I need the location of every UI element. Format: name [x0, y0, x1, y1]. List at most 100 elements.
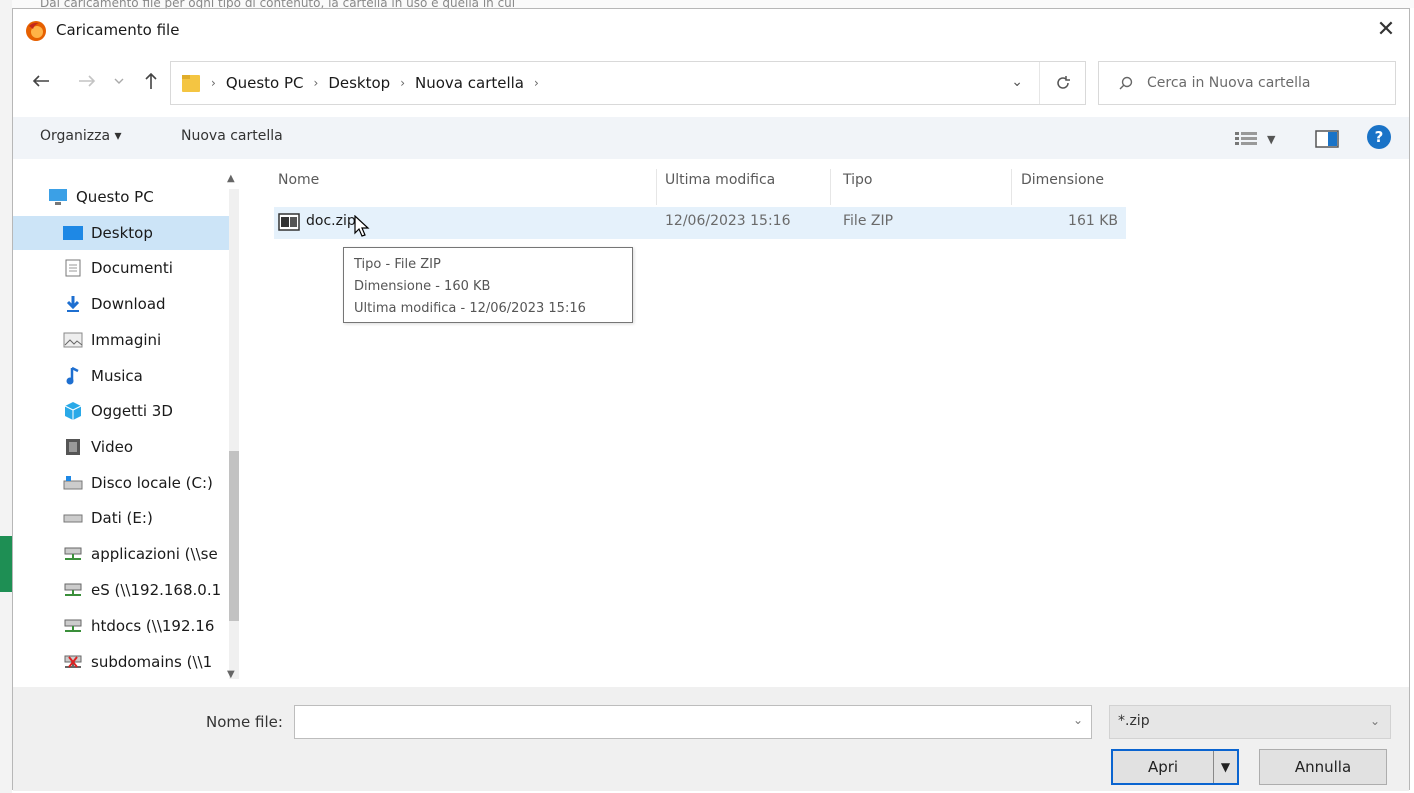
chevron-down-icon[interactable]: ⌄ — [1073, 713, 1083, 727]
background-page-text: Dal caricamento file per ogni tipo di co… — [0, 0, 1414, 8]
command-bar: Organizza ▾ Nuova cartella ▼ — [13, 117, 1409, 159]
network-drive-icon — [63, 544, 83, 564]
sidebar-item-label: applicazioni (\\se — [91, 545, 218, 563]
sidebar-item-label: Disco locale (C:) — [91, 474, 213, 492]
sidebar-item-network-subdomains[interactable]: subdomains (\\1 — [13, 645, 233, 679]
recent-locations-button[interactable] — [105, 67, 133, 95]
chevron-down-icon: ⌄ — [1369, 714, 1380, 728]
new-folder-button[interactable]: Nuova cartella — [181, 128, 283, 144]
back-button[interactable] — [27, 67, 55, 95]
cancel-button[interactable]: Annulla — [1259, 749, 1387, 785]
file-type-filter-select[interactable]: *.zip ⌄ — [1109, 705, 1391, 739]
search-box[interactable] — [1098, 61, 1396, 105]
scroll-down-icon[interactable]: ▼ — [227, 669, 235, 680]
breadcrumb-desktop[interactable]: Desktop — [328, 74, 390, 92]
organize-menu-button[interactable]: Organizza ▾ — [40, 128, 122, 144]
zip-file-icon — [278, 213, 300, 231]
file-type: File ZIP — [843, 213, 894, 229]
open-button[interactable]: Apri ▼ — [1111, 749, 1239, 785]
sidebar-item-local-disk-c[interactable]: Disco locale (C:) — [13, 466, 233, 500]
sidebar-item-music[interactable]: Musica — [13, 359, 233, 393]
desktop-icon — [63, 223, 83, 243]
sidebar-item-label: Questo PC — [76, 188, 154, 206]
local-disk-icon — [63, 473, 83, 493]
refresh-button[interactable] — [1039, 62, 1085, 104]
network-drive-icon — [63, 616, 83, 636]
sidebar-item-label: Immagini — [91, 331, 162, 349]
breadcrumb-separator-icon: › — [211, 76, 216, 90]
objects-3d-icon — [63, 401, 83, 421]
address-history-chevron-icon[interactable]: ⌄ — [1011, 74, 1023, 90]
forward-button[interactable] — [73, 67, 101, 95]
column-header-size[interactable]: Dimensione — [1021, 172, 1104, 188]
address-bar[interactable]: › Questo PC › Desktop › Nuova cartella ›… — [170, 61, 1086, 105]
sidebar-item-download[interactable]: Download — [13, 287, 233, 321]
chevron-down-icon — [114, 78, 124, 84]
documents-icon — [63, 258, 83, 278]
breadcrumb-separator-icon: › — [400, 76, 406, 90]
sidebar-item-this-pc[interactable]: Questo PC — [13, 180, 233, 214]
column-divider[interactable] — [830, 169, 831, 205]
arrow-left-icon — [32, 75, 49, 87]
filter-value: *.zip — [1118, 713, 1150, 729]
sidebar-item-label: subdomains (\\1 — [91, 653, 213, 671]
sidebar-item-network-es[interactable]: eS (\\192.168.0.1 — [13, 573, 233, 607]
table-row[interactable]: doc.zip 12/06/2023 15:16 File ZIP 161 KB — [274, 207, 1126, 239]
sidebar-item-label: Documenti — [91, 259, 173, 277]
close-icon: ✕ — [1376, 17, 1396, 42]
file-modified: 12/06/2023 15:16 — [665, 213, 791, 229]
sidebar-item-label: Video — [91, 438, 134, 456]
breadcrumb-this-pc[interactable]: Questo PC — [226, 74, 304, 92]
breadcrumb-new-folder[interactable]: Nuova cartella — [415, 74, 524, 92]
tooltip-modified: Ultima modifica - 12/06/2023 15:16 — [354, 301, 586, 316]
filename-label: Nome file: — [206, 713, 283, 731]
search-input[interactable] — [1147, 75, 1387, 91]
mouse-cursor-icon — [354, 215, 370, 237]
sidebar-item-network-applicazioni[interactable]: applicazioni (\\se — [13, 537, 233, 571]
footer-area: Nome file: ⌄ *.zip ⌄ Apri ▼ Annulla — [13, 687, 1409, 791]
chevron-down-icon: ▼ — [1267, 132, 1276, 146]
title-bar: Caricamento file ✕ — [13, 9, 1409, 51]
sidebar-item-data-e[interactable]: Dati (E:) — [13, 501, 233, 535]
sidebar-item-label: htdocs (\\192.16 — [91, 617, 215, 635]
sidebar-item-pictures[interactable]: Immagini — [13, 323, 233, 357]
sidebar-item-label: Dati (E:) — [91, 509, 153, 527]
scroll-up-icon[interactable]: ▲ — [227, 173, 235, 184]
computer-icon — [48, 187, 68, 207]
scroll-thumb[interactable] — [229, 451, 239, 621]
arrow-right-icon — [79, 75, 96, 87]
filename-combobox[interactable]: ⌄ — [294, 705, 1092, 739]
column-divider[interactable] — [656, 169, 657, 205]
navigation-scrollbar[interactable]: ▲ ▼ — [223, 169, 245, 689]
firefox-icon — [26, 21, 46, 41]
sidebar-item-video[interactable]: Video — [13, 430, 233, 464]
tooltip-size: Dimensione - 160 KB — [354, 279, 491, 294]
navigation-pane: Questo PC Desktop Documenti Download Imm… — [13, 159, 246, 687]
up-button[interactable] — [137, 67, 165, 95]
background-page-edge — [0, 0, 12, 793]
file-upload-dialog: Caricamento file ✕ › Questo PC › Desktop… — [12, 8, 1410, 791]
preview-pane-button[interactable] — [1315, 129, 1339, 149]
column-header-modified[interactable]: Ultima modifica — [665, 172, 775, 188]
sidebar-item-label: Musica — [91, 367, 143, 385]
sidebar-item-desktop[interactable]: Desktop — [13, 216, 233, 250]
sidebar-item-label: eS (\\192.168.0.1 — [91, 581, 222, 599]
sidebar-item-3d-objects[interactable]: Oggetti 3D — [13, 394, 233, 428]
open-split-chevron-icon[interactable]: ▼ — [1213, 751, 1237, 783]
sidebar-item-network-htdocs[interactable]: htdocs (\\192.16 — [13, 609, 233, 643]
column-divider[interactable] — [1011, 169, 1012, 205]
change-view-button[interactable]: ▼ — [1235, 129, 1275, 149]
preview-pane-icon — [1315, 130, 1339, 148]
help-button[interactable]: ? — [1367, 125, 1391, 149]
filename-input[interactable] — [295, 706, 1055, 738]
background-accent-bar — [0, 536, 12, 592]
open-button-label: Apri — [1147, 758, 1179, 776]
column-header-type[interactable]: Tipo — [843, 172, 872, 188]
column-header-name[interactable]: Nome — [278, 172, 319, 188]
breadcrumb-separator-icon[interactable]: › — [534, 76, 539, 90]
close-button[interactable]: ✕ — [1371, 15, 1401, 45]
sidebar-item-documents[interactable]: Documenti — [13, 251, 233, 285]
refresh-icon — [1056, 76, 1070, 89]
download-icon — [63, 294, 83, 314]
video-icon — [63, 437, 83, 457]
